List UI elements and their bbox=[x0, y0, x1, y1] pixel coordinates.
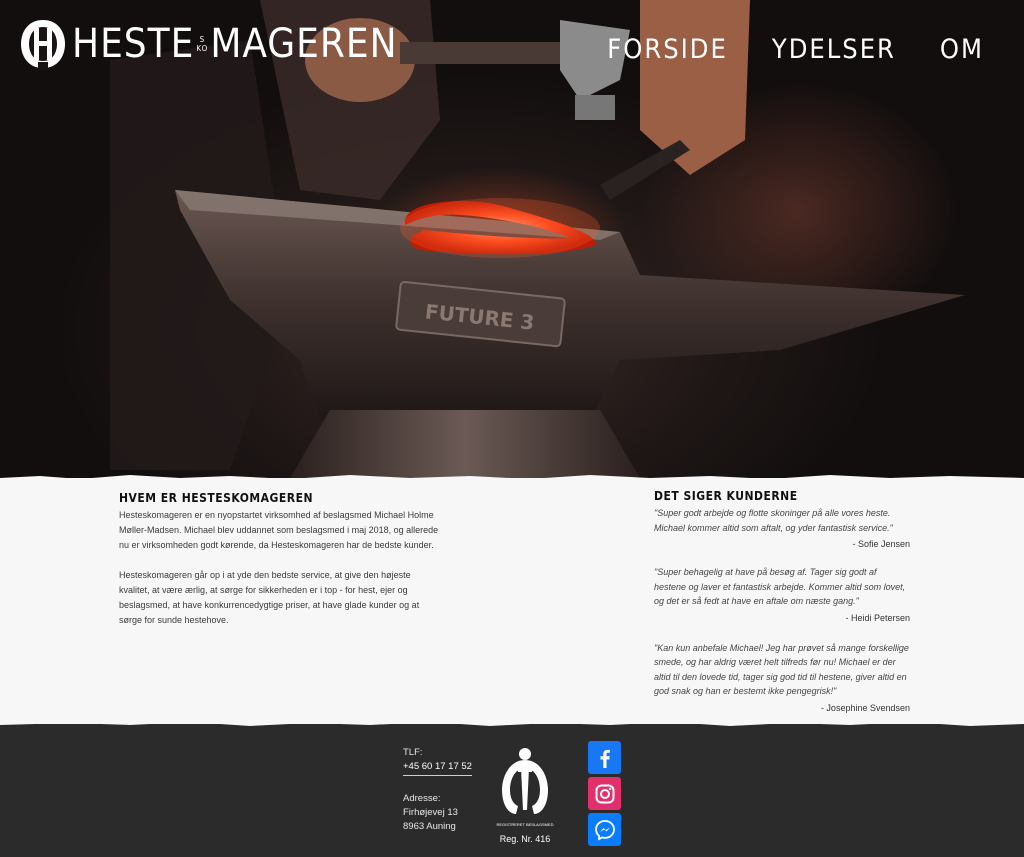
address-label: Adresse: bbox=[403, 793, 441, 804]
reg-number: Reg. Nr. 416 bbox=[499, 834, 551, 844]
registered-farrier-badge: REGISTRERET BESLAGSMED Reg. Nr. 416 bbox=[496, 746, 554, 844]
nav-ydelser[interactable]: YDELSER bbox=[772, 30, 896, 70]
about-paragraph-2: Hesteskomageren går op i at yde den beds… bbox=[119, 570, 420, 625]
instagram-link[interactable] bbox=[588, 777, 621, 810]
review-item: "Super godt arbejde og flotte skoninger … bbox=[654, 506, 910, 551]
site-logo[interactable]: HESTE S KO MAGEREN bbox=[20, 18, 398, 70]
nav-forside[interactable]: FORSIDE bbox=[607, 30, 728, 70]
review-quote: "Kan kun anbefale Michael! Jeg har prøve… bbox=[654, 642, 909, 697]
phone-link[interactable]: +45 60 17 17 52 bbox=[403, 760, 472, 776]
review-item: "Super behagelig at have på besøg af. Ta… bbox=[654, 565, 910, 625]
address-line-2: 8963 Auning bbox=[403, 821, 456, 832]
facebook-link[interactable] bbox=[588, 741, 621, 774]
facebook-icon bbox=[600, 749, 610, 768]
review-quote: "Super behagelig at have på besøg af. Ta… bbox=[654, 567, 906, 606]
logo-text: HESTE S KO MAGEREN bbox=[72, 18, 398, 70]
horseshoe-h-logo-icon bbox=[21, 20, 65, 70]
review-quote: "Super godt arbejde og flotte skoninger … bbox=[654, 508, 893, 533]
address-line-1: Firhøjevej 13 bbox=[403, 807, 458, 818]
instagram-icon bbox=[595, 784, 614, 803]
logo-small-ko: KO bbox=[196, 44, 209, 53]
about-paragraph-1: Hesteskomageren er en nyopstartet virkso… bbox=[119, 510, 439, 550]
review-author: - Heidi Petersen bbox=[845, 612, 910, 623]
logo-word-heste: HESTE bbox=[72, 21, 195, 67]
nav-om[interactable]: OM bbox=[940, 30, 984, 70]
review-item: "Kan kun anbefale Michael! Jeg har prøve… bbox=[654, 641, 910, 715]
logo-small-s: S bbox=[199, 35, 206, 44]
reviews-section: DET SIGER KUNDERNE "Super godt arbejde o… bbox=[654, 488, 910, 725]
torn-edge-bottom bbox=[0, 716, 1024, 726]
logo-small-letters: S KO bbox=[196, 35, 208, 53]
review-author: - Josephine Svendsen bbox=[820, 702, 910, 713]
about-title: HVEM ER HESTESKOMAGEREN bbox=[119, 491, 313, 505]
review-author: - Sofie Jensen bbox=[852, 539, 910, 549]
hero-photo-anvil: FUTURE 3 bbox=[110, 0, 965, 478]
badge-caption: REGISTRERET BESLAGSMED bbox=[496, 822, 553, 827]
main-nav: FORSIDE YDELSER OM bbox=[607, 30, 984, 70]
messenger-icon bbox=[594, 819, 615, 840]
reviews-title: DET SIGER KUNDERNE bbox=[654, 489, 798, 503]
hero-banner: FUTURE 3 HESTE S KO MAGEREN FORSIDE YDEL… bbox=[0, 0, 1024, 478]
logo-word-mageren: MAGEREN bbox=[210, 21, 398, 67]
tongs bbox=[600, 140, 690, 200]
torn-edge-top bbox=[0, 475, 1024, 486]
registered-farrier-icon: REGISTRERET BESLAGSMED bbox=[496, 748, 554, 827]
social-links bbox=[588, 741, 621, 846]
messenger-link[interactable] bbox=[588, 813, 621, 846]
about-section: HVEM ER HESTESKOMAGEREN Hesteskomageren … bbox=[119, 490, 439, 628]
phone-label: TLF: bbox=[403, 747, 423, 758]
contact-info: TLF: +45 60 17 17 52 Adresse: Firhøjevej… bbox=[403, 746, 472, 834]
hand-right bbox=[640, 0, 750, 175]
